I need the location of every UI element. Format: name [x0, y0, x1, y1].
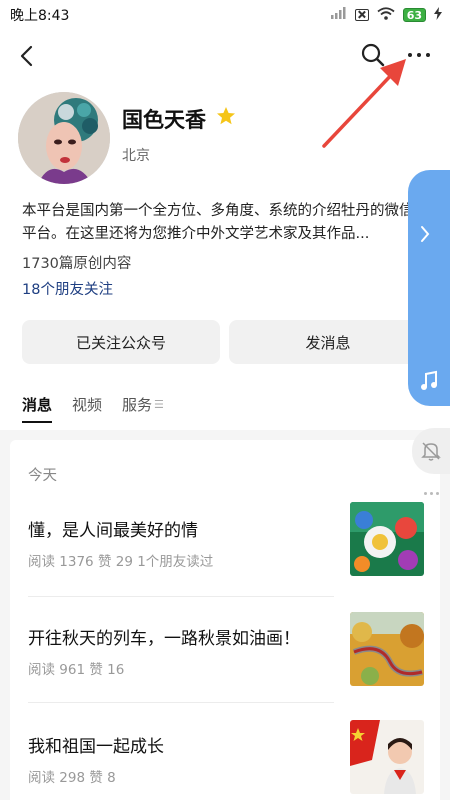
- article-item[interactable]: 懂，是人间最美好的情 阅读 1376 赞 29 1个朋友读过: [28, 502, 428, 600]
- article-item[interactable]: 开往秋天的列车，一路秋景如油画！ 阅读 961 赞 16: [28, 612, 428, 708]
- no-sim-icon: [354, 9, 369, 21]
- article-title: 懂，是人间最美好的情: [28, 521, 198, 541]
- back-button[interactable]: [12, 42, 40, 70]
- more-dot-icon: [417, 53, 421, 57]
- mute-notification-button[interactable]: [412, 428, 450, 474]
- status-icons: 63: [330, 6, 442, 24]
- account-avatar[interactable]: [18, 92, 110, 184]
- article-meta: 阅读 961 赞 16: [28, 662, 125, 678]
- tab-videos[interactable]: 视频: [72, 394, 102, 421]
- child-with-flag-icon: [350, 720, 424, 794]
- account-location: 北京: [122, 148, 150, 164]
- status-time: 晚上8:43: [10, 8, 70, 24]
- article-thumbnail: [350, 502, 424, 576]
- tab-messages[interactable]: 消息: [22, 394, 53, 423]
- article-title: 开往秋天的列车，一路秋景如油画！: [28, 629, 300, 649]
- bell-muted-icon: [421, 442, 441, 461]
- music-note-icon[interactable]: [418, 370, 440, 392]
- search-button[interactable]: [358, 40, 388, 70]
- account-description[interactable]: 本平台是国内第一个全方位、多角度、系统的介绍牡丹的微信平台。在这里还将为您推介中…: [22, 200, 414, 246]
- tab-services-label: 服务: [122, 396, 153, 414]
- content-tabs: 消息 视频 服务 ☰: [22, 394, 164, 423]
- send-message-button[interactable]: 发消息: [229, 320, 427, 364]
- back-arrow-icon: [20, 45, 33, 67]
- more-dot-icon: [426, 53, 430, 57]
- chevron-right-icon[interactable]: [418, 224, 432, 244]
- feed-day-label: 今天: [28, 468, 57, 484]
- more-dot-icon: [408, 53, 412, 57]
- avatar-portrait-icon: [18, 92, 110, 184]
- status-bar: 晚上8:43 63: [0, 0, 450, 30]
- battery-icon: 63: [402, 8, 426, 22]
- top-nav: [0, 34, 450, 78]
- tab-services[interactable]: 服务 ☰: [122, 394, 164, 421]
- feed-divider: [28, 596, 334, 597]
- article-thumbnail: [350, 720, 424, 794]
- menu-lines-icon: ☰: [154, 398, 164, 411]
- side-more-dot-icon: [424, 492, 427, 495]
- article-title: 我和祖国一起成长: [28, 737, 164, 757]
- feed-divider: [28, 702, 334, 703]
- charging-icon: [434, 6, 442, 24]
- wifi-icon: [377, 6, 395, 24]
- search-icon: [361, 43, 385, 67]
- flower-painting-icon: [350, 502, 424, 576]
- article-meta: 阅读 1376 赞 29 1个朋友读过: [28, 554, 214, 570]
- article-meta: 阅读 298 赞 8: [28, 770, 116, 786]
- article-thumbnail: [350, 612, 424, 686]
- side-more-dot-icon: [430, 492, 433, 495]
- friends-follow-link[interactable]: 18个朋友关注: [22, 278, 113, 299]
- more-options-button[interactable]: [402, 40, 436, 70]
- side-more-button[interactable]: [424, 492, 439, 495]
- star-icon: [217, 107, 235, 125]
- article-item[interactable]: 我和祖国一起成长 阅读 298 赞 8: [28, 720, 428, 800]
- autumn-train-icon: [350, 612, 424, 686]
- side-more-dot-icon: [436, 492, 439, 495]
- account-name: 国色天香: [122, 108, 206, 132]
- signal-icon: [330, 7, 347, 23]
- followed-account-button[interactable]: 已关注公众号: [22, 320, 220, 364]
- article-count: 1730篇原创内容: [22, 256, 132, 272]
